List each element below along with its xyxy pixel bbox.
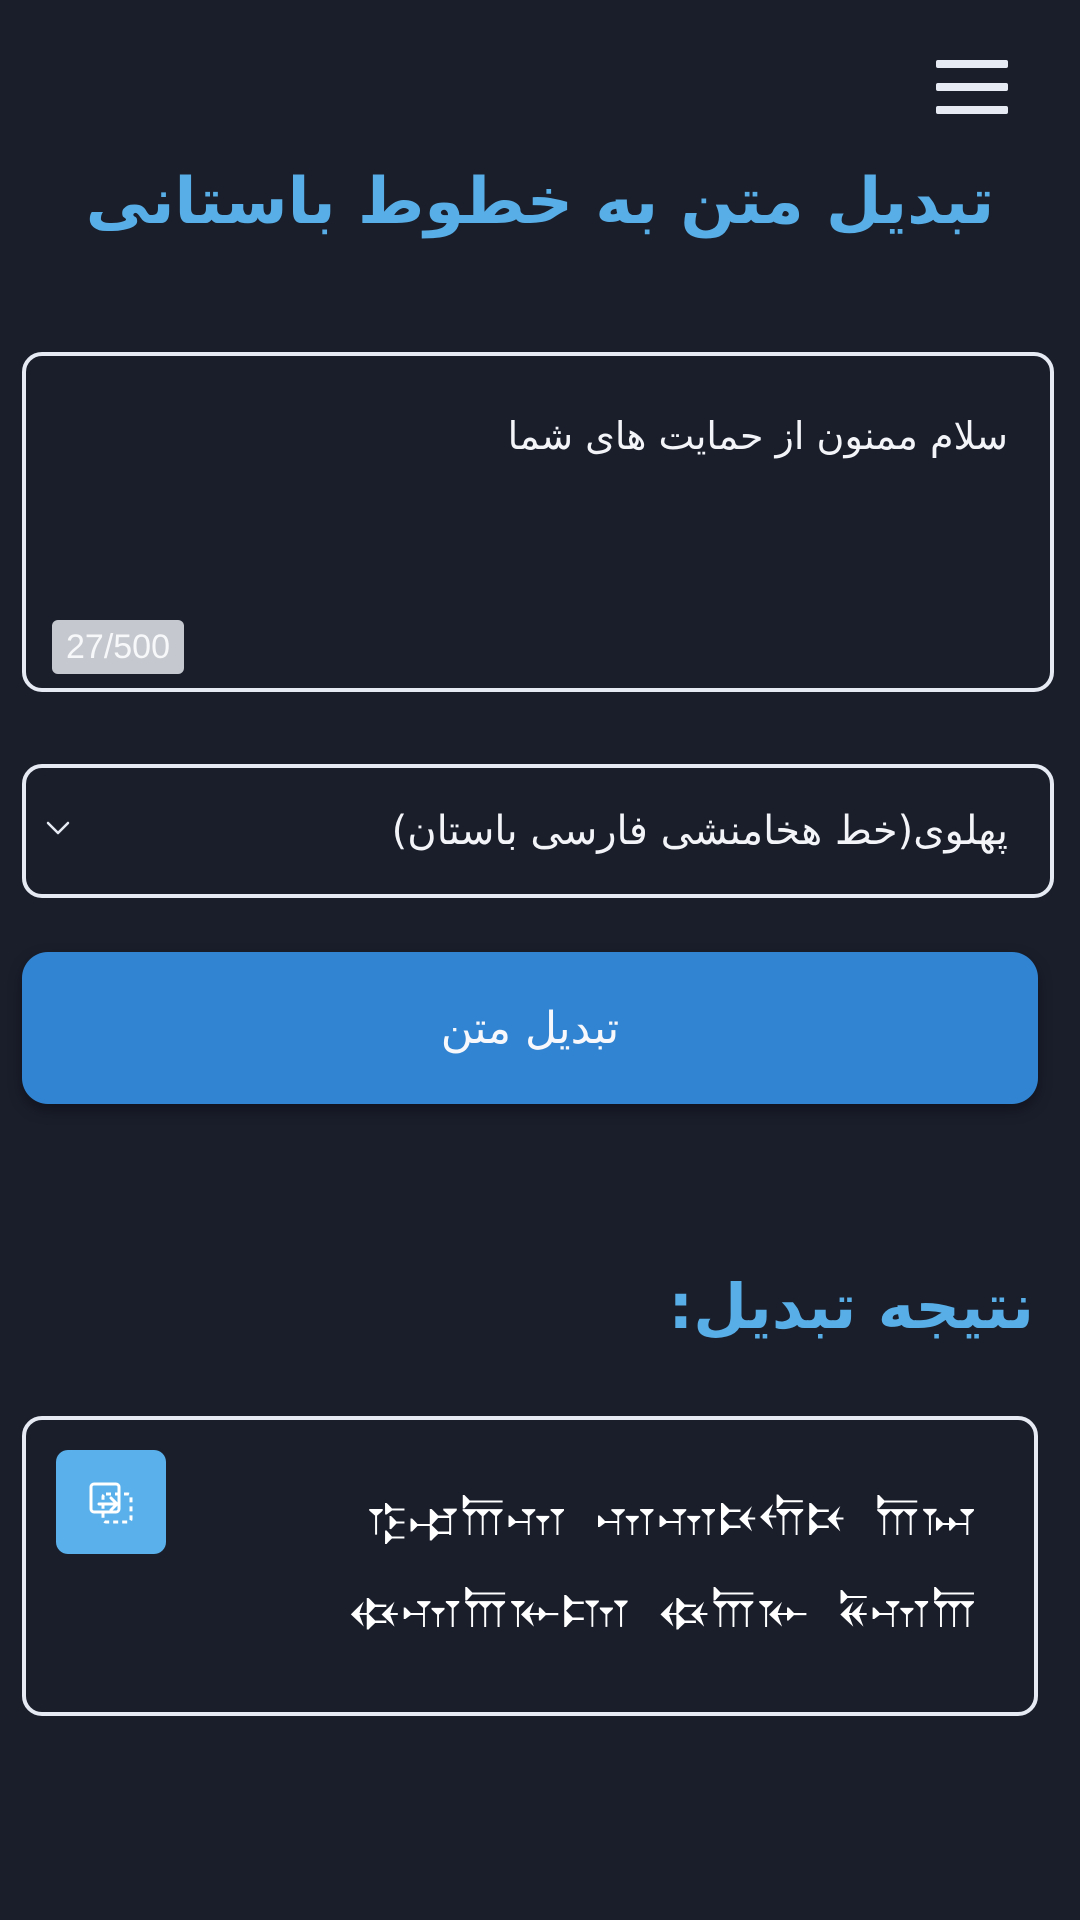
- text-input-container: 27/500: [22, 352, 1054, 692]
- app-screen: تبدیل متن به خطوط باستانی 27/500 پهلوی(خ…: [0, 0, 1080, 1920]
- result-container: 𐎿𐎾𐎠𐎶 𐎶𐎶𐎴𐎢𐎴 𐎠𐏀 𐏃𐎶𐎠𐎹𐎫 𐏃𐎠𐎹 𐏁𐎶𐎠: [22, 1416, 1038, 1716]
- convert-button[interactable]: تبدیل متن: [22, 952, 1038, 1104]
- chevron-down-icon: [46, 821, 70, 835]
- menu-bar-middle: [936, 83, 1008, 91]
- result-heading: نتیجه تبدیل:: [668, 1270, 1034, 1343]
- script-select-value: پهلوی(خط هخامنشی فارسی باستان): [391, 808, 1008, 854]
- menu-bar-top: [936, 60, 1008, 68]
- script-select[interactable]: پهلوی(خط هخامنشی فارسی باستان): [22, 764, 1054, 898]
- source-text-input[interactable]: [48, 406, 1008, 586]
- copy-icon: [89, 1482, 133, 1524]
- char-counter: 27/500: [52, 620, 184, 674]
- converted-text-output: 𐎿𐎾𐎠𐎶 𐎶𐎶𐎴𐎢𐎴 𐎠𐏀 𐏃𐎶𐎠𐎹𐎫 𐏃𐎠𐎹 𐏁𐎶𐎠: [349, 1489, 978, 1639]
- copy-button[interactable]: [56, 1450, 166, 1554]
- hamburger-menu-icon[interactable]: [932, 56, 1010, 118]
- page-title: تبدیل متن به خطوط باستانی: [85, 165, 995, 239]
- menu-bar-bottom: [936, 106, 1008, 114]
